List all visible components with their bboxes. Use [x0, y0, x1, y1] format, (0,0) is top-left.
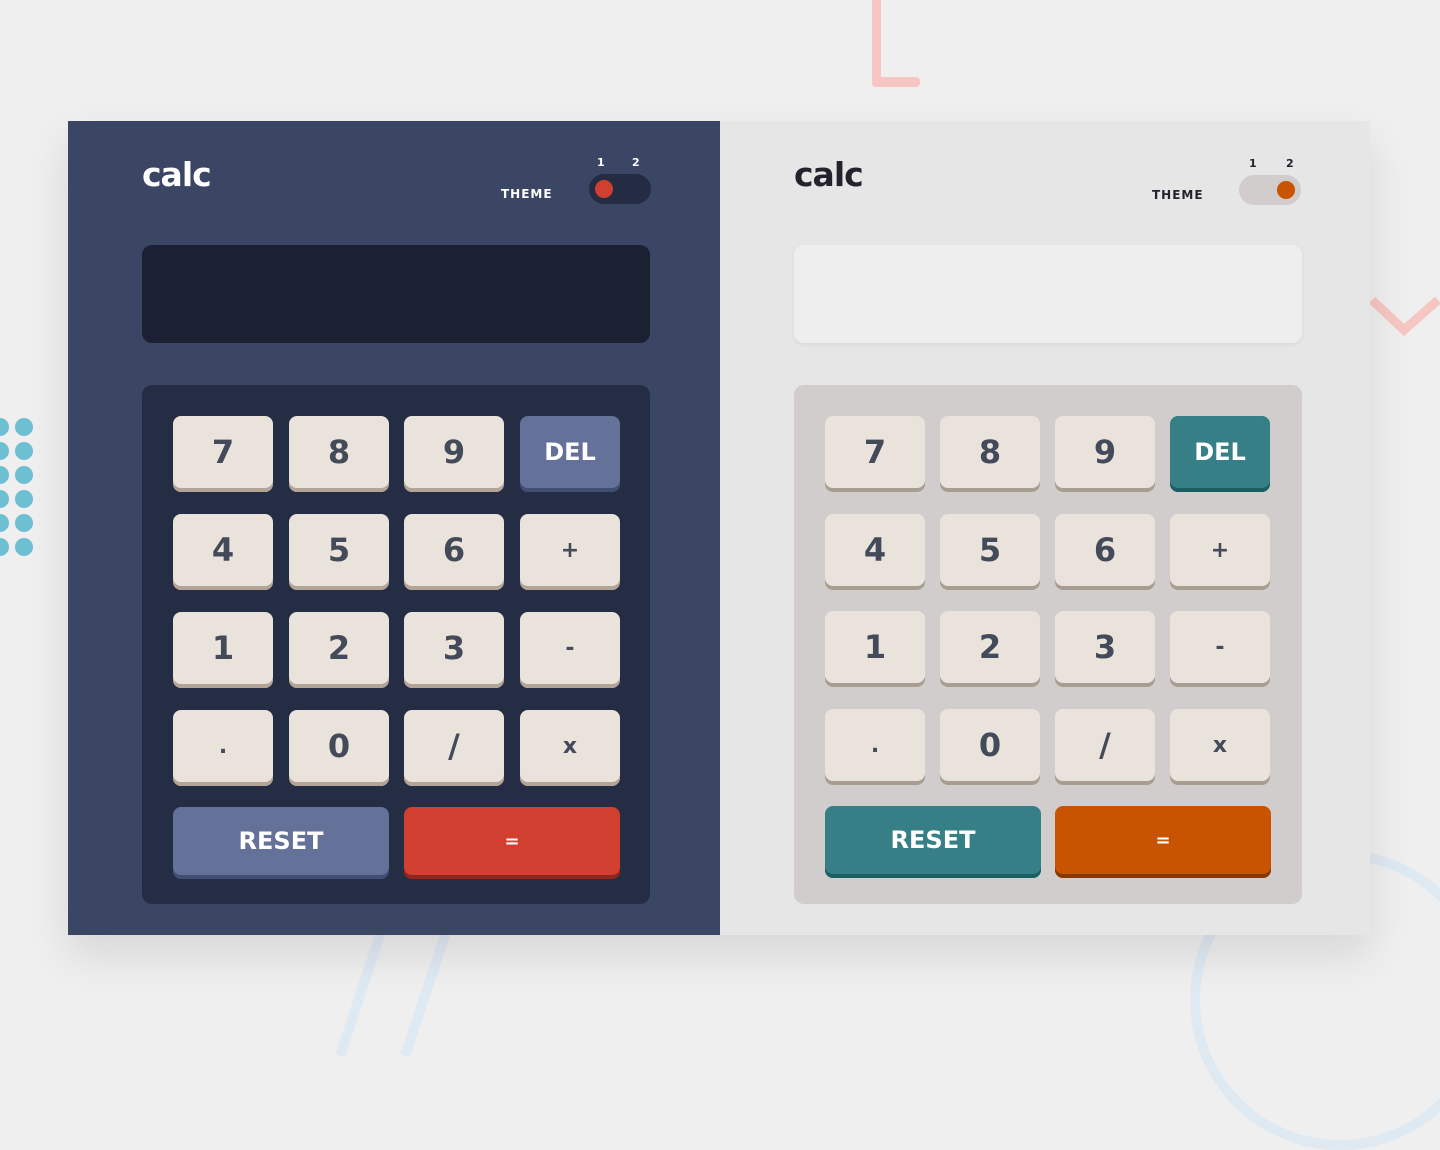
calculator-display: [142, 245, 650, 343]
key-2[interactable]: 2: [289, 612, 389, 688]
divide-button[interactable]: /: [1055, 709, 1155, 785]
key-1[interactable]: 1: [825, 611, 925, 687]
theme-label: THEME: [501, 187, 553, 201]
plus-button[interactable]: +: [520, 514, 620, 590]
key-4[interactable]: 4: [173, 514, 273, 590]
toggle-knob[interactable]: [1277, 181, 1295, 199]
theme-label: THEME: [1152, 188, 1204, 202]
decimal-button[interactable]: .: [825, 709, 925, 785]
key-5[interactable]: 5: [289, 514, 389, 590]
multiply-button[interactable]: x: [1170, 709, 1270, 785]
calc-logo: calc: [142, 155, 212, 194]
minus-button[interactable]: -: [1170, 611, 1270, 687]
calculator-display: [794, 245, 1302, 343]
calc-logo: calc: [794, 155, 864, 194]
toggle-knob[interactable]: [595, 180, 613, 198]
decorative-slashes: [335, 920, 455, 1056]
plus-button[interactable]: +: [1170, 514, 1270, 590]
delete-button[interactable]: DEL: [520, 416, 620, 492]
equals-button[interactable]: =: [1055, 806, 1271, 878]
key-5[interactable]: 5: [940, 514, 1040, 590]
key-8[interactable]: 8: [289, 416, 389, 492]
reset-button[interactable]: RESET: [825, 806, 1041, 878]
equals-button[interactable]: =: [404, 807, 620, 879]
calculator-showcase: calc 1 2 THEME 7 8 9 DEL 4 5 6 + 1 2 3 -…: [68, 121, 1370, 935]
key-8[interactable]: 8: [940, 416, 1040, 492]
keypad: 7 8 9 DEL 4 5 6 + 1 2 3 - . 0 / x RESET …: [142, 385, 650, 904]
theme-number-1[interactable]: 1: [597, 156, 605, 169]
key-0[interactable]: 0: [940, 709, 1040, 785]
decimal-button[interactable]: .: [173, 710, 273, 786]
decorative-l-shape: [872, 0, 920, 87]
theme-number-2[interactable]: 2: [632, 156, 640, 169]
theme-toggle[interactable]: [589, 174, 651, 204]
key-4[interactable]: 4: [825, 514, 925, 590]
theme-number-2[interactable]: 2: [1286, 157, 1294, 170]
key-9[interactable]: 9: [404, 416, 504, 492]
key-9[interactable]: 9: [1055, 416, 1155, 492]
theme-toggle[interactable]: [1239, 175, 1301, 205]
divide-button[interactable]: /: [404, 710, 504, 786]
decorative-dots: [0, 418, 36, 558]
calculator-theme-1: calc 1 2 THEME 7 8 9 DEL 4 5 6 + 1 2 3 -…: [68, 121, 720, 935]
key-3[interactable]: 3: [404, 612, 504, 688]
key-7[interactable]: 7: [173, 416, 273, 492]
reset-button[interactable]: RESET: [173, 807, 389, 879]
key-6[interactable]: 6: [404, 514, 504, 590]
minus-button[interactable]: -: [520, 612, 620, 688]
delete-button[interactable]: DEL: [1170, 416, 1270, 492]
key-6[interactable]: 6: [1055, 514, 1155, 590]
key-1[interactable]: 1: [173, 612, 273, 688]
keypad: 7 8 9 DEL 4 5 6 + 1 2 3 - . 0 / x RESET …: [794, 385, 1302, 904]
key-0[interactable]: 0: [289, 710, 389, 786]
key-7[interactable]: 7: [825, 416, 925, 492]
key-2[interactable]: 2: [940, 611, 1040, 687]
calculator-theme-2: calc 1 2 THEME 7 8 9 DEL 4 5 6 + 1 2 3 -…: [720, 121, 1370, 935]
key-3[interactable]: 3: [1055, 611, 1155, 687]
decorative-zigzag: [1370, 296, 1440, 337]
theme-number-1[interactable]: 1: [1249, 157, 1257, 170]
multiply-button[interactable]: x: [520, 710, 620, 786]
